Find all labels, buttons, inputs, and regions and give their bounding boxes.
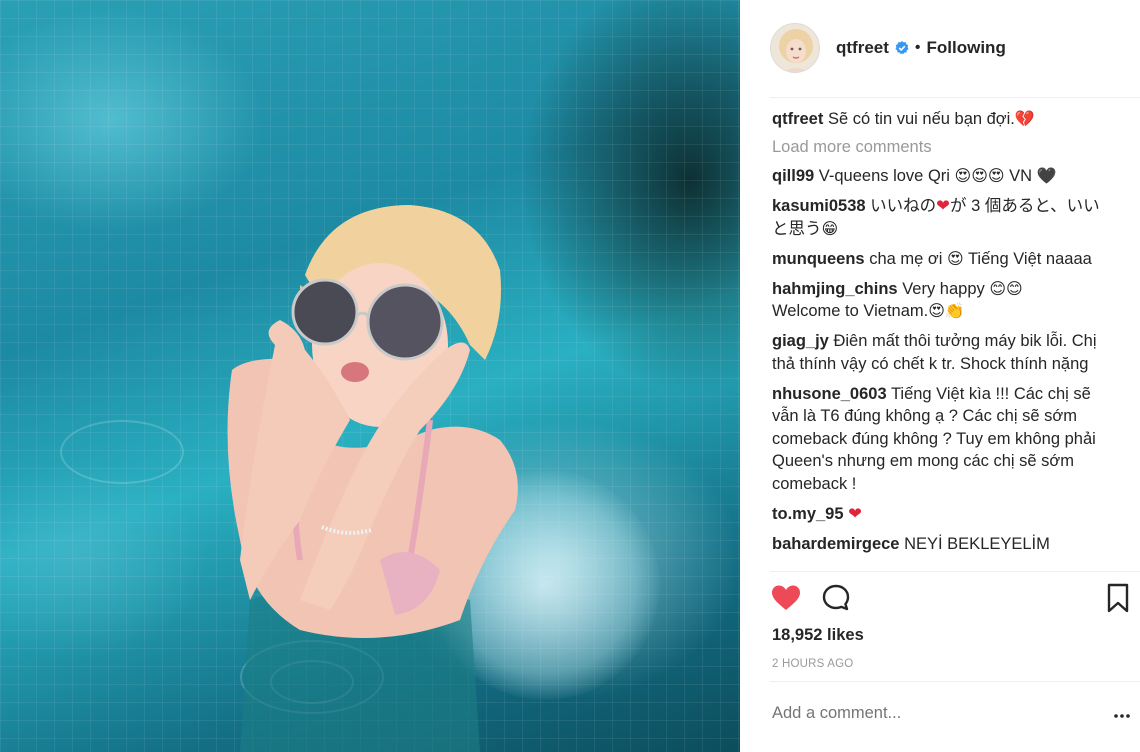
post-sidebar: qtfreet • Following qtfreet Sẽ có tin vu… — [740, 0, 1140, 752]
instagram-post-modal: qtfreet • Following qtfreet Sẽ có tin vu… — [0, 0, 1140, 752]
bookmark-icon[interactable] — [1102, 582, 1134, 614]
list-item: qill99 V-queens love Qri 😍😍😍 VN 🖤 — [772, 165, 1112, 188]
red-heart-emoji: ❤ — [936, 196, 950, 215]
like-count[interactable]: 18,952 likes — [772, 626, 864, 645]
comment-text: NEYİ BEKLEYELİM — [904, 534, 1050, 553]
list-item: munqueens cha mẹ ơi 😍 Tiếng Việt naaaa — [772, 248, 1112, 271]
comment-text: Welcome to Vietnam. — [772, 302, 929, 320]
heart-eyes-emoji: 😍😍😍 — [954, 166, 1005, 185]
broken-heart-emoji: 💔 — [1014, 109, 1035, 128]
caption: qtfreet Sẽ có tin vui nếu bạn đợi.💔 — [772, 108, 1112, 131]
load-more-comments-button[interactable]: Load more comments — [772, 138, 1112, 157]
grinning-emoji: 😁 — [821, 218, 839, 238]
comment-username[interactable]: to.my_95 — [772, 505, 844, 523]
comments-list[interactable]: qtfreet Sẽ có tin vui nếu bạn đợi.💔 Load… — [772, 108, 1112, 570]
post-header: qtfreet • Following — [770, 22, 1140, 74]
post-actions — [770, 582, 1140, 618]
add-comment-input[interactable] — [772, 704, 1092, 723]
post-timestamp[interactable]: 2 HOURS AGO — [772, 658, 853, 670]
comment-text: V-queens love Qri — [818, 167, 950, 185]
list-item: hahmjing_chins Very happy 😊😊 Welcome to … — [772, 278, 1112, 323]
list-item: kasumi0538 いいねの❤が 3 個あると、いいと思う😁 — [772, 195, 1112, 240]
comment-username[interactable]: qill99 — [772, 167, 814, 185]
avatar-image — [771, 24, 819, 72]
list-item: to.my_95 ❤ — [772, 503, 1112, 526]
comment-username[interactable]: hahmjing_chins — [772, 280, 898, 298]
clapping-emoji: 😍👏 — [928, 301, 965, 320]
comment-text: いいねの — [870, 197, 937, 215]
comment-text: Tiếng Việt naaaa — [967, 249, 1092, 268]
comment-text: Very happy — [902, 279, 985, 298]
black-heart-emoji: 🖤 — [1036, 166, 1057, 185]
comment-username[interactable]: kasumi0538 — [772, 197, 866, 215]
post-photo[interactable] — [0, 0, 740, 752]
following-button[interactable]: Following — [927, 38, 1006, 58]
comment-username[interactable]: nhusone_0603 — [772, 385, 887, 403]
comment-text: cha mẹ ơi — [869, 249, 943, 268]
comment-text: VN — [1009, 167, 1033, 185]
speech-bubble-icon[interactable] — [820, 582, 852, 614]
header-divider — [770, 97, 1140, 98]
header-username[interactable]: qtfreet — [836, 38, 889, 58]
list-item: bahardemirgece NEYİ BEKLEYELİM — [772, 533, 1112, 556]
comment-box-divider — [770, 681, 1140, 682]
verified-badge-icon — [895, 41, 909, 55]
caption-text: Sẽ có tin vui nếu bạn đợi. — [827, 110, 1015, 128]
comment-username[interactable]: bahardemirgece — [772, 535, 899, 553]
actions-divider — [770, 571, 1140, 572]
list-item: giag_jy Điên mất thôi tưởng máy bik lỗi.… — [772, 330, 1112, 375]
red-heart-emoji: ❤ — [848, 503, 862, 523]
avatar[interactable] — [770, 23, 820, 73]
comments-fade — [772, 560, 1112, 570]
heart-icon[interactable] — [770, 582, 802, 614]
header-separator: • — [914, 39, 921, 56]
smiling-emoji: 😊😊 — [989, 278, 1023, 298]
caption-username[interactable]: qtfreet — [772, 110, 823, 128]
list-item: nhusone_0603 Tiếng Việt kìa !!! Các chị … — [772, 383, 1112, 496]
more-options-icon[interactable] — [1112, 706, 1132, 726]
comment-username[interactable]: giag_jy — [772, 332, 829, 350]
comment-username[interactable]: munqueens — [772, 250, 865, 268]
heart-eyes-emoji: 😍 — [946, 248, 964, 268]
